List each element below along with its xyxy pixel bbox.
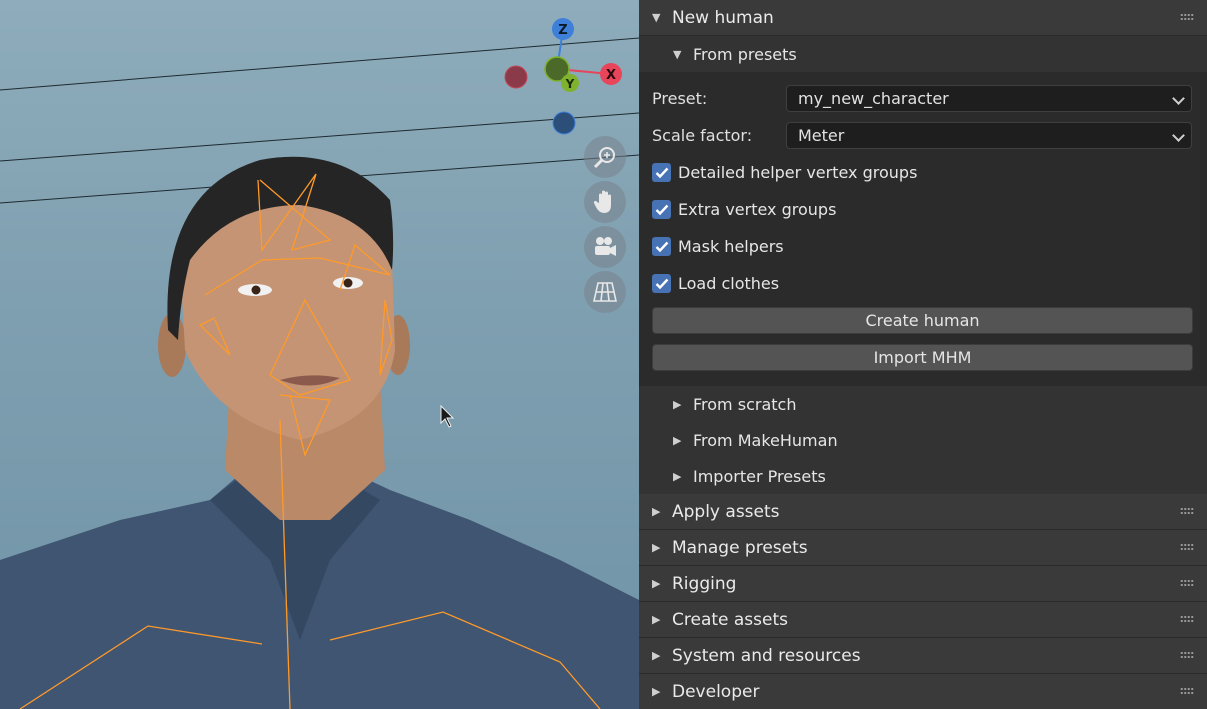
panel-header-apply-assets[interactable]: ▶ Apply assets <box>639 494 1207 530</box>
checkmark-icon[interactable] <box>652 200 671 219</box>
panel-header-label: Manage presets <box>672 537 808 558</box>
collapsed-triangle-icon: ▶ <box>652 613 661 626</box>
scale-factor-label: Scale factor: <box>652 126 753 145</box>
pan-hand-icon[interactable] <box>584 181 626 223</box>
checkmark-icon[interactable] <box>652 274 671 293</box>
grid-icon[interactable] <box>584 271 626 313</box>
preset-label: Preset: <box>652 89 708 108</box>
panel-header-new-human[interactable]: ▼ New human <box>639 0 1207 36</box>
collapsed-triangle-icon: ▶ <box>652 649 661 662</box>
chevron-down-icon <box>1172 92 1185 105</box>
create-human-button[interactable]: Create human <box>652 307 1193 334</box>
checkbox-detailed-helper-vertex-groups[interactable]: Detailed helper vertex groups <box>652 163 917 182</box>
checkbox-mask-helpers[interactable]: Mask helpers <box>652 237 784 256</box>
checkmark-icon[interactable] <box>652 163 671 182</box>
subpanel-header-label: From scratch <box>693 394 797 414</box>
collapsed-triangle-icon: ▶ <box>652 505 661 518</box>
import-mhm-button[interactable]: Import MHM <box>652 344 1193 371</box>
checkmark-icon[interactable] <box>652 237 671 256</box>
drag-grip-icon[interactable] <box>1180 687 1194 695</box>
subpanel-header-label: Importer Presets <box>693 466 826 486</box>
gizmo-z-label: Z <box>558 23 567 38</box>
preset-dropdown[interactable]: my_new_character <box>786 85 1192 112</box>
drag-grip-icon[interactable] <box>1180 651 1194 659</box>
panel-header-manage-presets[interactable]: ▶ Manage presets <box>639 530 1207 566</box>
panel-header-label: Apply assets <box>672 501 780 522</box>
collapsed-triangle-icon: ▶ <box>673 433 682 447</box>
collapsed-triangle-icon: ▶ <box>652 685 661 698</box>
chevron-down-icon <box>1172 129 1185 142</box>
collapsed-triangle-icon: ▶ <box>673 469 682 483</box>
panel-header-label: New human <box>672 7 774 28</box>
checkbox-label: Load clothes <box>678 274 780 293</box>
preset-value: my_new_character <box>798 89 949 108</box>
scale-factor-dropdown[interactable]: Meter <box>786 122 1192 149</box>
panel-header-label: Developer <box>672 681 760 702</box>
drag-grip-icon[interactable] <box>1180 579 1194 587</box>
checkbox-load-clothes[interactable]: Load clothes <box>652 274 779 293</box>
subpanel-header-label: From MakeHuman <box>693 430 838 450</box>
checkbox-extra-vertex-groups[interactable]: Extra vertex groups <box>652 200 836 219</box>
scale-factor-value: Meter <box>798 126 845 145</box>
drag-grip-icon[interactable] <box>1180 507 1194 515</box>
gizmo-x-label: X <box>606 68 616 83</box>
panel-header-create-assets[interactable]: ▶ Create assets <box>639 602 1207 638</box>
collapsed-triangle-icon: ▶ <box>652 541 661 554</box>
expanded-triangle-icon: ▼ <box>673 47 682 61</box>
panel-header-label: System and resources <box>672 645 861 666</box>
gizmo-y-label: Y <box>565 77 575 91</box>
navigation-gizmo[interactable]: Z X Y <box>0 0 639 150</box>
from-presets-content: Preset: my_new_character Scale factor: M… <box>639 72 1207 384</box>
panel-header-label: Rigging <box>672 573 737 594</box>
drag-grip-icon[interactable] <box>1180 615 1194 623</box>
panel-header-developer[interactable]: ▶ Developer <box>639 674 1207 709</box>
zoom-icon[interactable] <box>584 136 626 178</box>
panel-header-rigging[interactable]: ▶ Rigging <box>639 566 1207 602</box>
subpanel-header-from-presets[interactable]: ▼ From presets <box>639 36 1207 72</box>
mpfb-side-panel: ▼ New human ▼ From presets Preset: my_ne… <box>639 0 1207 709</box>
drag-grip-icon[interactable] <box>1180 13 1194 21</box>
checkbox-label: Detailed helper vertex groups <box>678 163 918 182</box>
panel-header-system-and-resources[interactable]: ▶ System and resources <box>639 638 1207 674</box>
3d-viewport[interactable]: Z X Y <box>0 0 639 709</box>
drag-grip-icon[interactable] <box>1180 543 1194 551</box>
camera-icon[interactable] <box>584 226 626 268</box>
panel-header-label: Create assets <box>672 609 789 630</box>
collapsed-triangle-icon: ▶ <box>673 397 682 411</box>
subpanel-header-label: From presets <box>693 44 797 64</box>
subpanel-header-from-scratch[interactable]: ▶ From scratch <box>639 386 1207 422</box>
subpanel-header-from-makehuman[interactable]: ▶ From MakeHuman <box>639 422 1207 458</box>
collapsed-triangle-icon: ▶ <box>652 577 661 590</box>
expanded-triangle-icon: ▼ <box>652 11 661 24</box>
checkbox-label: Extra vertex groups <box>678 200 837 219</box>
checkbox-label: Mask helpers <box>678 237 784 256</box>
subpanel-header-importer-presets[interactable]: ▶ Importer Presets <box>639 458 1207 494</box>
